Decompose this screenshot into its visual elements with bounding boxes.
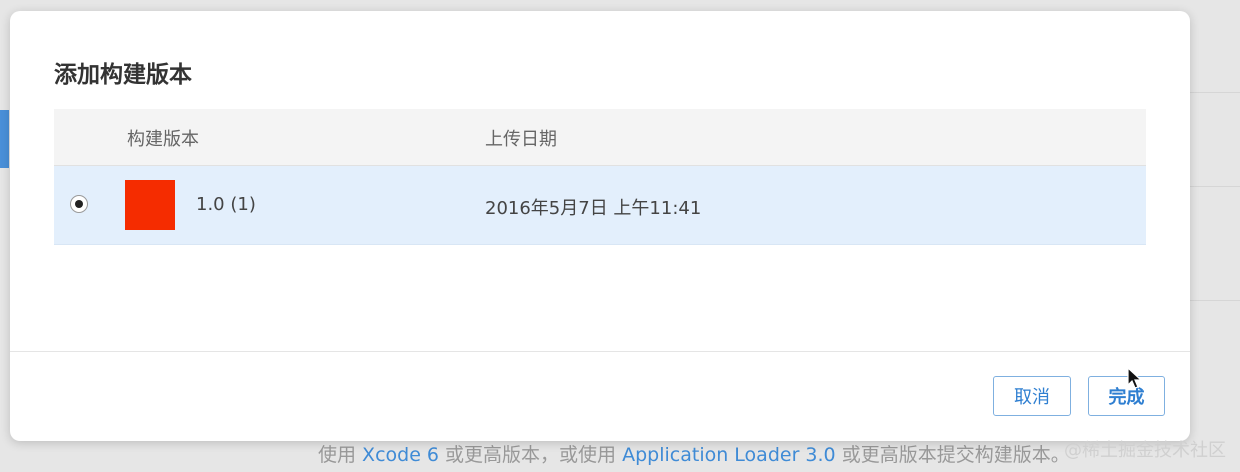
column-header-build: 构建版本 <box>127 129 199 150</box>
watermark: @稀土掘金技术社区 <box>1064 440 1226 461</box>
mouse-cursor-icon <box>1127 367 1143 389</box>
xcode-link[interactable]: Xcode 6 <box>362 444 439 466</box>
build-version: 1.0 (1) <box>196 194 256 215</box>
column-header-upload-date: 上传日期 <box>485 129 557 150</box>
application-loader-link[interactable]: Application Loader 3.0 <box>622 444 836 466</box>
background-hint: 使用 Xcode 6 或更高版本，或使用 Application Loader … <box>318 444 1070 466</box>
app-icon <box>125 180 175 230</box>
footer-divider <box>10 351 1190 352</box>
build-radio-button[interactable] <box>70 195 88 213</box>
dialog-title: 添加构建版本 <box>54 62 192 88</box>
table-header: 构建版本 上传日期 <box>54 109 1146 166</box>
add-build-dialog: 添加构建版本 构建版本 上传日期 1.0 (1) 2016年5月7日 上午11:… <box>10 11 1190 441</box>
build-upload-date: 2016年5月7日 上午11:41 <box>485 198 702 219</box>
radio-selected-dot <box>75 200 83 208</box>
cancel-button[interactable]: 取消 <box>993 376 1071 416</box>
table-row[interactable]: 1.0 (1) 2016年5月7日 上午11:41 <box>54 166 1146 245</box>
background-nav-accent <box>0 110 9 168</box>
builds-table: 构建版本 上传日期 1.0 (1) 2016年5月7日 上午11:41 <box>54 109 1146 245</box>
